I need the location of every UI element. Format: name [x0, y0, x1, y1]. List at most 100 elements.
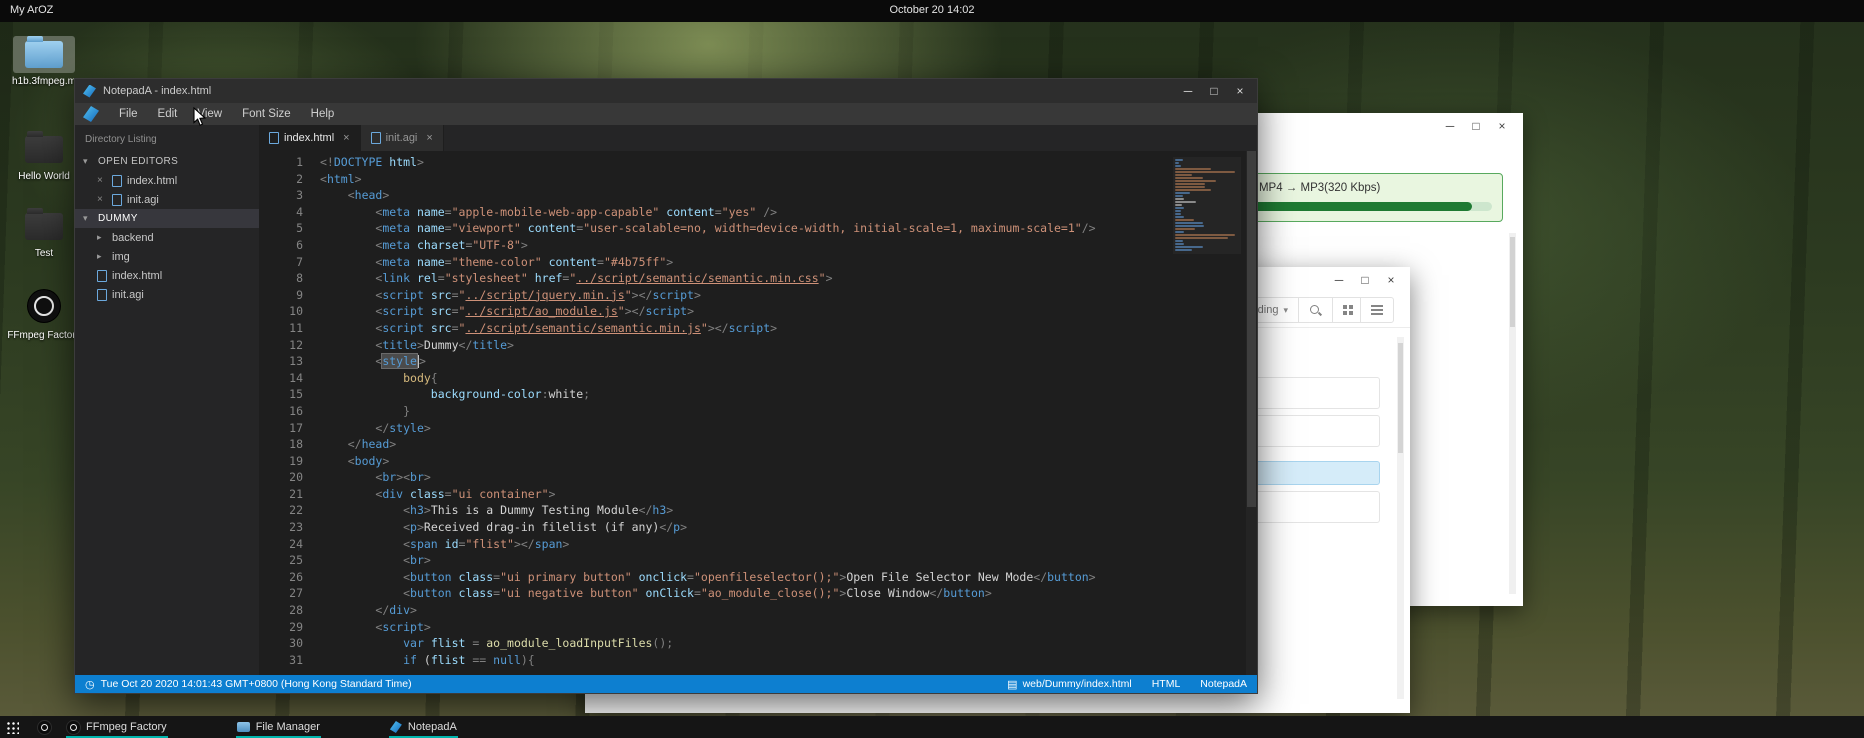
file-manager-scrollbar[interactable]	[1397, 337, 1404, 699]
close-icon[interactable]: ×	[97, 175, 109, 186]
code-line[interactable]: 28 </div>	[259, 602, 1257, 619]
minimize-button[interactable]: ─	[1326, 273, 1352, 287]
code-line[interactable]: 8 <link rel="stylesheet" href="../script…	[259, 270, 1257, 287]
code-line[interactable]: 12 <title>Dummy</title>	[259, 337, 1257, 354]
code-line[interactable]: 6 <meta charset="UTF-8">	[259, 237, 1257, 254]
close-button[interactable]: ×	[1378, 273, 1404, 287]
desktop-icon-hello-world[interactable]: Hello World	[6, 131, 82, 182]
line-number: 27	[259, 585, 320, 602]
sidebar-section-open-editors[interactable]: ▾OPEN EDITORS	[75, 152, 259, 171]
maximize-button[interactable]: □	[1201, 84, 1227, 98]
minimap-line	[1175, 228, 1195, 230]
taskbar-app-file-manager[interactable]: File Manager	[233, 716, 324, 738]
minimap-line	[1175, 204, 1182, 206]
line-number: 24	[259, 536, 320, 553]
sidebar-item-init-agi[interactable]: ×init.agi	[75, 190, 259, 209]
code-line[interactable]: 18 </head>	[259, 436, 1257, 453]
sidebar-item-index-html[interactable]: ×index.html	[75, 171, 259, 190]
system-topbar: My ArOZ October 20 14:02	[0, 0, 1864, 22]
minimap-line	[1175, 249, 1192, 251]
menu-font-size[interactable]: Font Size	[232, 108, 301, 120]
search-button[interactable]	[1298, 298, 1332, 322]
code-line[interactable]: 22 <h3>This is a Dummy Testing Module</h…	[259, 502, 1257, 519]
editor-scrollbar[interactable]	[1246, 151, 1257, 675]
tab-index-html[interactable]: index.html×	[259, 125, 361, 151]
notepada-titlebar: NotepadA - index.html ─ □ ×	[75, 79, 1257, 103]
minimize-button[interactable]: ─	[1437, 119, 1463, 133]
close-button[interactable]: ×	[1227, 84, 1253, 98]
close-icon[interactable]: ×	[426, 132, 432, 144]
scrollbar-thumb[interactable]	[1398, 343, 1403, 453]
code-line[interactable]: 26 <button class="ui primary button" onc…	[259, 569, 1257, 586]
line-text: <head>	[320, 187, 389, 204]
line-text: body{	[320, 370, 438, 387]
ffmpeg-launcher-icon[interactable]	[38, 721, 51, 734]
maximize-button[interactable]: □	[1463, 119, 1489, 133]
code-editor[interactable]: 1<!DOCTYPE html>2<html>3 <head>4 <meta n…	[259, 151, 1257, 675]
sidebar-item-index-html[interactable]: index.html	[75, 266, 259, 285]
sidebar-section-dummy[interactable]: ▾DUMMY	[75, 209, 259, 228]
code-line[interactable]: 5 <meta name="viewport" content="user-sc…	[259, 220, 1257, 237]
code-line[interactable]: 3 <head>	[259, 187, 1257, 204]
file-icon	[112, 194, 122, 206]
sidebar-item-backend[interactable]: ▸backend	[75, 228, 259, 247]
scrollbar-thumb[interactable]	[1510, 237, 1515, 327]
minimap-line	[1175, 231, 1184, 233]
sidebar-item-init-agi[interactable]: init.agi	[75, 285, 259, 304]
taskbar-app-label: NotepadA	[408, 721, 457, 733]
code-line[interactable]: 7 <meta name="theme-color" content="#4b7…	[259, 254, 1257, 271]
code-line[interactable]: 13 <style>	[259, 353, 1257, 370]
code-line[interactable]: 23 <p>Received drag-in filelist (if any)…	[259, 519, 1257, 536]
menu-help[interactable]: Help	[301, 108, 345, 120]
grid-view-button[interactable]	[1332, 298, 1360, 322]
minimap-line	[1175, 192, 1190, 194]
minimize-button[interactable]: ─	[1175, 84, 1201, 98]
line-number: 10	[259, 303, 320, 320]
code-line[interactable]: 9 <script src="../script/jquery.min.js">…	[259, 287, 1257, 304]
notepada-window[interactable]: NotepadA - index.html ─ □ × File Edit Vi…	[74, 78, 1258, 694]
taskbar-app-ffmpeg-factory[interactable]: FFmpeg Factory	[63, 716, 171, 738]
desktop-icon-test[interactable]: Test	[6, 208, 82, 259]
menu-edit[interactable]: Edit	[148, 108, 188, 120]
file-icon	[97, 270, 107, 282]
code-line[interactable]: 31 if (flist == null){	[259, 652, 1257, 669]
code-line[interactable]: 29 <script>	[259, 619, 1257, 636]
tab-init-agi[interactable]: init.agi×	[361, 125, 444, 151]
list-view-button[interactable]	[1360, 298, 1393, 322]
code-line[interactable]: 21 <div class="ui container">	[259, 486, 1257, 503]
code-line[interactable]: 20 <br><br>	[259, 469, 1257, 486]
menu-file[interactable]: File	[109, 108, 148, 120]
code-line[interactable]: 16 }	[259, 403, 1257, 420]
code-line[interactable]: 15 background-color:white;	[259, 386, 1257, 403]
scrollbar-thumb[interactable]	[1247, 151, 1256, 507]
file-icon	[97, 289, 107, 301]
close-button[interactable]: ×	[1489, 119, 1515, 133]
minimap-line	[1175, 216, 1184, 218]
code-line[interactable]: 11 <script src="../script/semantic/seman…	[259, 320, 1257, 337]
code-line[interactable]: 2<html>	[259, 171, 1257, 188]
start-menu-button[interactable]	[0, 716, 24, 738]
sidebar-item-img[interactable]: ▸img	[75, 247, 259, 266]
close-icon[interactable]: ×	[97, 194, 109, 205]
minimap[interactable]	[1173, 157, 1241, 254]
taskbar-app-notepada[interactable]: NotepadA	[386, 716, 461, 738]
code-line[interactable]: 25 <br>	[259, 552, 1257, 569]
code-line[interactable]: 19 <body>	[259, 453, 1257, 470]
status-language[interactable]: HTML	[1152, 678, 1181, 690]
maximize-button[interactable]: □	[1352, 273, 1378, 287]
line-number: 3	[259, 187, 320, 204]
code-line[interactable]: 1<!DOCTYPE html>	[259, 154, 1257, 171]
code-line[interactable]: 17 </style>	[259, 420, 1257, 437]
close-icon[interactable]: ×	[343, 132, 349, 144]
code-line[interactable]: 24 <span id="flist"></span>	[259, 536, 1257, 553]
code-line[interactable]: 10 <script src="../script/ao_module.js">…	[259, 303, 1257, 320]
desktop-icon-h1b-3fmpeg-m[interactable]: h1b.3fmpeg.m	[6, 36, 82, 87]
line-number: 2	[259, 171, 320, 188]
code-line[interactable]: 14 body{	[259, 370, 1257, 387]
desktop-icon-ffmpeg-factory[interactable]: FFmpeg Factory	[6, 285, 82, 341]
code-line[interactable]: 27 <button class="ui negative button" on…	[259, 585, 1257, 602]
code-line[interactable]: 30 var flist = ao_module_loadInputFiles(…	[259, 635, 1257, 652]
window-title: NotepadA - index.html	[103, 85, 211, 97]
code-line[interactable]: 4 <meta name="apple-mobile-web-app-capab…	[259, 204, 1257, 221]
ffmpeg-scrollbar[interactable]	[1509, 233, 1516, 594]
